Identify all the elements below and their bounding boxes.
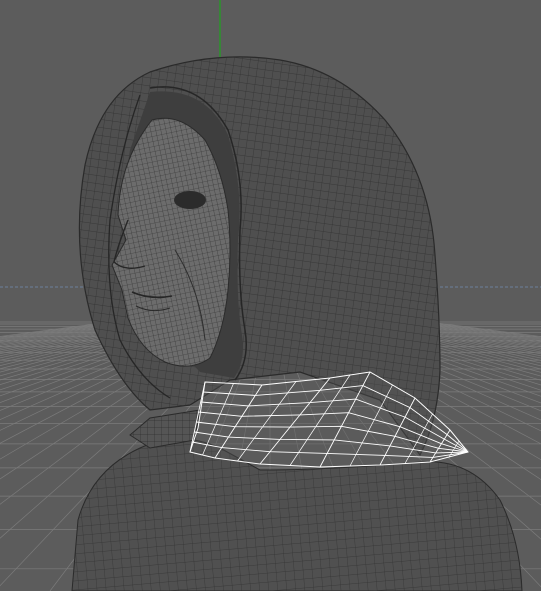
3d-viewport[interactable] (0, 0, 541, 591)
viewport-canvas[interactable] (0, 0, 541, 591)
eye-region (174, 191, 206, 209)
